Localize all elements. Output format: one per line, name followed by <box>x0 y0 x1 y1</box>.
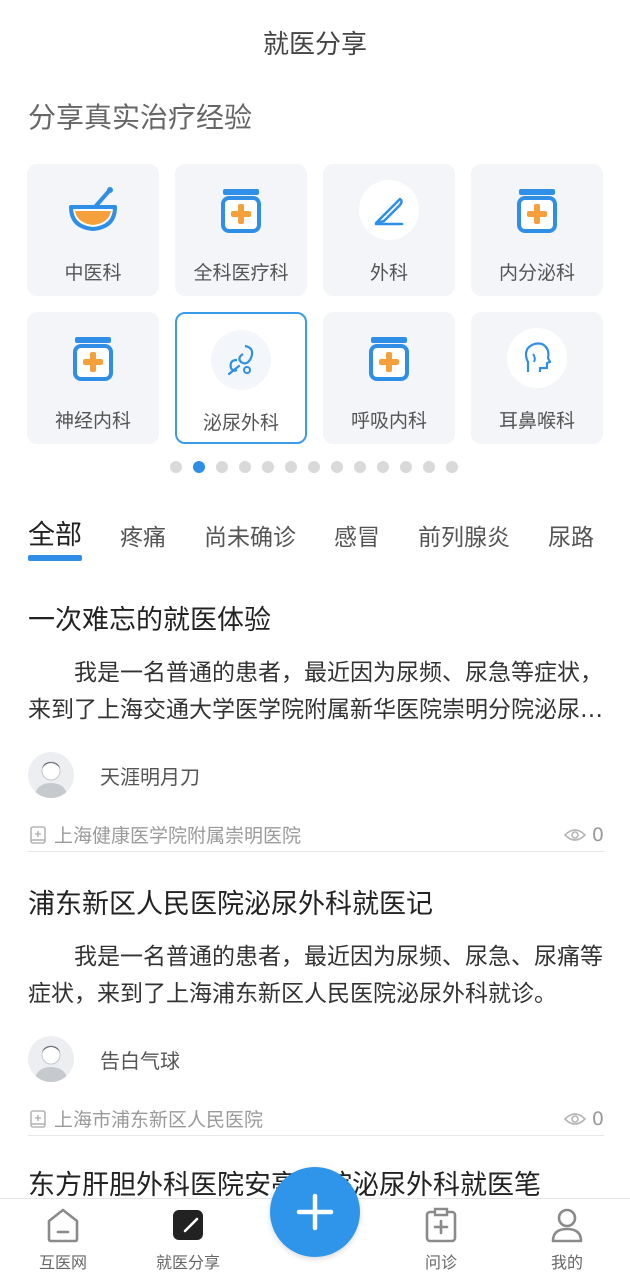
author-name[interactable]: 天涯明月刀 <box>100 761 200 790</box>
tab-all[interactable]: 全部 <box>28 510 82 561</box>
dept-card-ent[interactable]: 耳鼻喉科 <box>471 312 603 444</box>
post-card[interactable]: 一次难忘的就医体验 我是一名普通的患者，最近因为尿频、尿急等症状，来到了上海交通… <box>28 598 604 848</box>
tab-undiagnosed[interactable]: 尚未确诊 <box>204 510 296 556</box>
department-grid: 中医科 全科医疗科 外科 内分泌科 神经内科 泌尿外科 呼吸内科 耳鼻喉科 <box>27 164 604 444</box>
category-tabs: 全部 疼痛 尚未确诊 感冒 前列腺炎 尿路 <box>28 510 630 561</box>
divider <box>28 1135 604 1136</box>
page-title: 就医分享 <box>262 29 367 60</box>
tab-urinary[interactable]: 尿路 <box>548 510 594 556</box>
nav-item-consult[interactable]: 问诊 <box>396 1207 486 1273</box>
medicine-box-icon <box>359 328 419 388</box>
post-excerpt: 我是一名普通的患者，最近因为尿频、尿急等症状，来到了上海交通大学医学院附属新华医… <box>28 660 603 723</box>
urology-icon <box>211 330 271 390</box>
dept-label: 神经内科 <box>54 410 131 432</box>
edit-note-icon <box>173 1210 203 1240</box>
pager-dot[interactable] <box>308 461 320 473</box>
tab-prostatitis[interactable]: 前列腺炎 <box>418 510 510 556</box>
medicine-box-icon <box>507 180 567 240</box>
dept-label: 呼吸内科 <box>350 410 427 432</box>
eye-icon <box>563 828 586 841</box>
nav-label: 我的 <box>550 1253 583 1272</box>
dept-card-urology[interactable]: 泌尿外科 <box>175 312 307 444</box>
post-title[interactable]: 一次难忘的就医体验 <box>28 598 604 637</box>
tab-pain[interactable]: 疼痛 <box>120 510 166 556</box>
post-card[interactable]: 浦东新区人民医院泌尿外科就医记 我是一名普通的患者，最近因为尿频、尿急、尿痛等症… <box>28 882 604 1132</box>
nav-item-profile[interactable]: 我的 <box>522 1207 612 1273</box>
post-title[interactable]: 浦东新区人民医院泌尿外科就医记 <box>28 882 604 921</box>
pager-dot[interactable] <box>262 461 274 473</box>
pager-dot[interactable] <box>400 461 412 473</box>
pager-dot[interactable] <box>331 461 343 473</box>
hospital-info: 上海市浦东新区人民医院 <box>28 1105 263 1132</box>
hospital-icon <box>30 825 46 844</box>
post-excerpt: 我是一名普通的患者，最近因为尿频、尿急、尿痛等症状，来到了上海浦东新区人民医院泌… <box>28 944 603 1007</box>
author-row: 天涯明月刀 <box>28 751 604 799</box>
avatar[interactable] <box>28 752 74 798</box>
home-icon <box>47 1208 79 1243</box>
tab-cold[interactable]: 感冒 <box>334 510 380 556</box>
section-title: 分享真实治疗经验 <box>28 101 253 134</box>
dept-label: 泌尿外科 <box>202 412 279 434</box>
pager-dot[interactable] <box>377 461 389 473</box>
dept-card-general[interactable]: 全科医疗科 <box>175 164 307 296</box>
pager-dot-active[interactable] <box>193 461 205 473</box>
dept-label: 内分泌科 <box>498 262 575 284</box>
dept-label: 中医科 <box>64 262 122 284</box>
hospital-name: 上海健康医学院附属崇明医院 <box>54 825 302 847</box>
view-count: 0 <box>563 823 604 846</box>
nav-item-home[interactable]: 互医网 <box>18 1207 108 1273</box>
clipboard-plus-icon <box>425 1207 457 1243</box>
dept-card-surgery[interactable]: 外科 <box>323 164 455 296</box>
author-row: 告白气球 <box>28 1035 604 1083</box>
carousel-pager <box>170 461 458 473</box>
view-count-value: 0 <box>591 1107 604 1130</box>
dept-label: 耳鼻喉科 <box>498 410 575 432</box>
medicine-box-icon <box>211 180 271 240</box>
post-meta: 上海市浦东新区人民医院 0 <box>28 1105 604 1132</box>
post-meta: 上海健康医学院附属崇明医院 0 <box>28 821 604 848</box>
pager-dot[interactable] <box>423 461 435 473</box>
pager-dot[interactable] <box>216 461 228 473</box>
eye-icon <box>563 1112 586 1125</box>
herbal-bowl-icon <box>63 180 123 240</box>
dept-card-tcm[interactable]: 中医科 <box>27 164 159 296</box>
dept-label: 全科医疗科 <box>193 262 289 284</box>
view-count-value: 0 <box>591 823 604 846</box>
view-count: 0 <box>563 1107 604 1130</box>
nav-label: 问诊 <box>424 1253 457 1272</box>
scalpel-icon <box>359 180 419 240</box>
nav-label: 就医分享 <box>155 1253 220 1272</box>
nav-item-share[interactable]: 就医分享 <box>143 1207 233 1273</box>
pager-dot[interactable] <box>170 461 182 473</box>
author-name[interactable]: 告白气球 <box>100 1045 180 1074</box>
plus-icon <box>296 1193 334 1231</box>
dept-label: 外科 <box>369 262 408 284</box>
nav-label: 互医网 <box>38 1253 87 1272</box>
dept-card-endocrine[interactable]: 内分泌科 <box>471 164 603 296</box>
page-header: 就医分享 <box>0 0 630 84</box>
pager-dot[interactable] <box>285 461 297 473</box>
pager-dot[interactable] <box>446 461 458 473</box>
pager-dot[interactable] <box>239 461 251 473</box>
user-icon <box>551 1208 583 1243</box>
add-post-button[interactable] <box>270 1167 360 1257</box>
hospital-info: 上海健康医学院附属崇明医院 <box>28 821 301 848</box>
divider <box>28 851 604 852</box>
medicine-box-icon <box>63 328 123 388</box>
pager-dot[interactable] <box>354 461 366 473</box>
hospital-icon <box>30 1109 46 1128</box>
ent-head-icon <box>507 328 567 388</box>
dept-card-respiratory[interactable]: 呼吸内科 <box>323 312 455 444</box>
hospital-name: 上海市浦东新区人民医院 <box>54 1109 264 1131</box>
avatar[interactable] <box>28 1036 74 1082</box>
dept-card-neurology[interactable]: 神经内科 <box>27 312 159 444</box>
